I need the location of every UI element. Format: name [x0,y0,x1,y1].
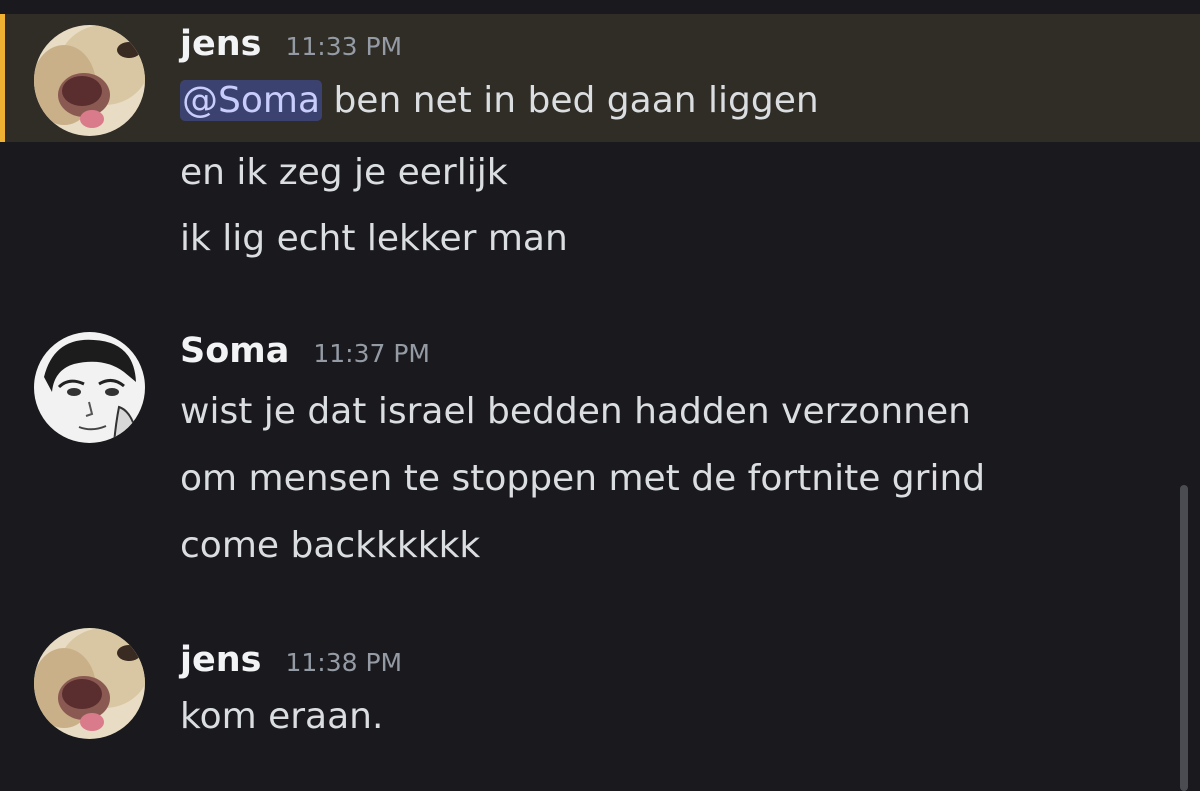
scrollbar-thumb[interactable] [1180,485,1188,791]
top-strip [0,0,1200,14]
user-mention[interactable]: @Soma [180,80,323,121]
message-header: jens 11:38 PM [180,640,402,684]
message-line: come backkkkkk [180,525,481,566]
message-line: kom eraan. [180,696,384,737]
message-line: ik lig echt lekker man [180,218,568,259]
timestamp: 11:38 PM [285,648,403,677]
message-line: en ik zeg je eerlijk [180,152,508,193]
message-line: @Soma ben net in bed gaan liggen [180,80,819,121]
username[interactable]: jens [180,640,261,680]
message-line: wist je dat israel bedden hadden verzonn… [180,391,971,432]
mention-indicator-bar [0,14,5,142]
message-line: om mensen te stoppen met de fortnite gri… [180,458,986,499]
timestamp: 11:37 PM [313,339,430,368]
username[interactable]: jens [180,24,261,64]
dog-avatar-icon[interactable] [34,25,145,136]
manga-avatar-icon[interactable] [34,332,145,443]
timestamp: 11:33 PM [285,32,403,61]
message-header: jens 11:33 PM [180,24,402,68]
username[interactable]: Soma [180,331,289,371]
message-text: ben net in bed gaan liggen [322,80,819,121]
dog-avatar-icon[interactable] [34,628,145,739]
chat-messages-view: jens 11:33 PM @Soma ben net in bed gaan l… [0,0,1200,791]
message-header: Soma 11:37 PM [180,331,430,375]
